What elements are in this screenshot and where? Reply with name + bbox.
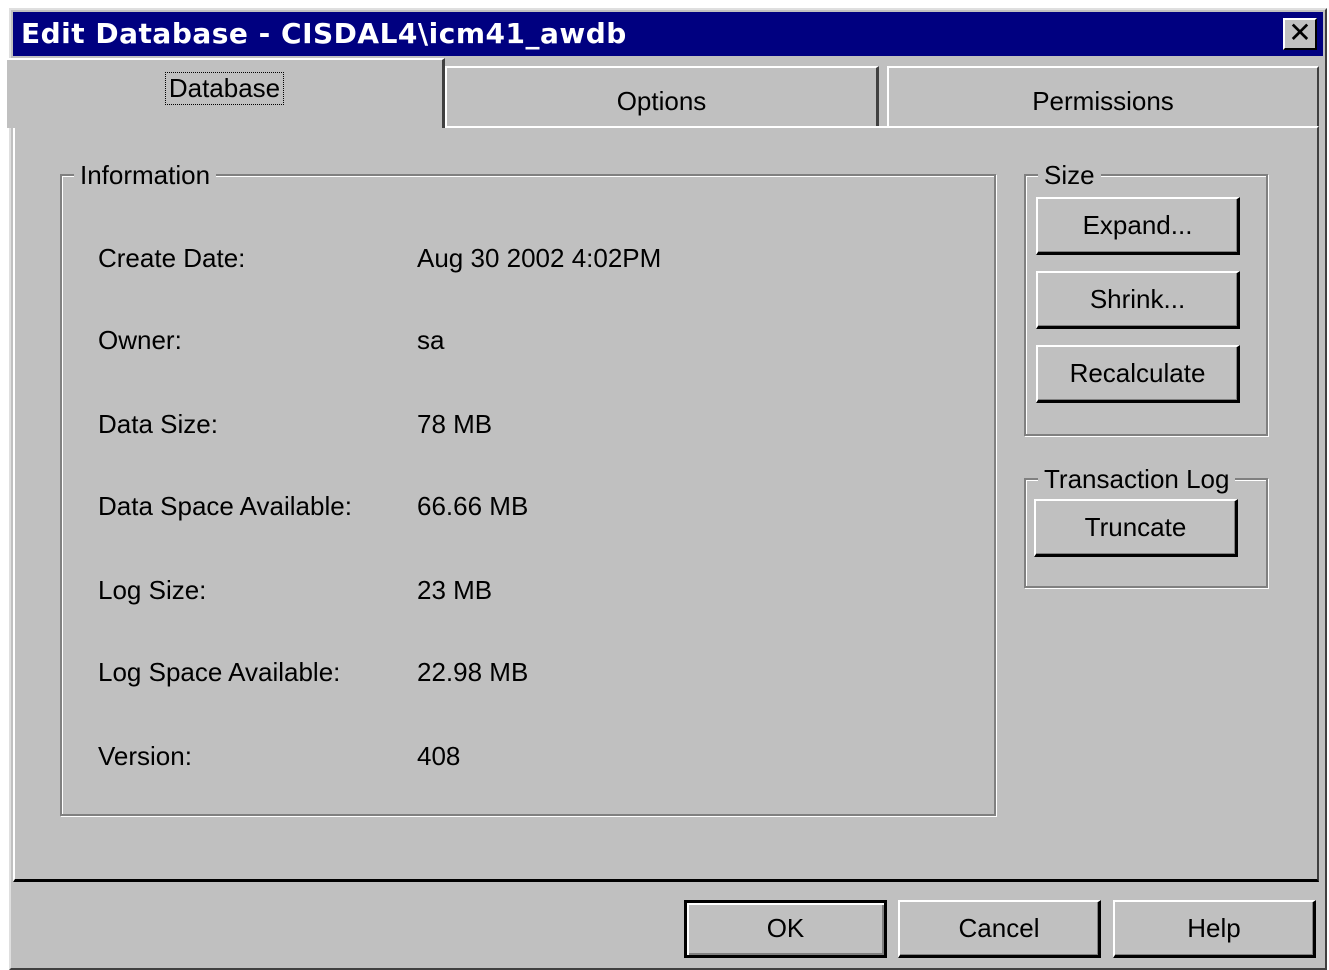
close-icon[interactable]: ✕ xyxy=(1283,18,1317,50)
log-space-available-value: 22.98 MB xyxy=(417,657,529,687)
window-title: Edit Database - CISDAL4\icm41_awdb xyxy=(21,17,627,50)
tab-database[interactable]: Database xyxy=(5,58,445,128)
owner-label: Owner: xyxy=(98,325,182,355)
size-group-title: Size xyxy=(1038,160,1101,191)
title-bar[interactable]: Edit Database - CISDAL4\icm41_awdb ✕ xyxy=(13,12,1323,56)
tab-database-label: Database xyxy=(164,72,285,105)
help-button-label: Help xyxy=(1187,913,1241,943)
tab-permissions[interactable]: Permissions xyxy=(887,66,1319,128)
data-size-value: 78 MB xyxy=(417,409,493,439)
log-space-available-label: Log Space Available: xyxy=(98,657,341,687)
version-value: 408 xyxy=(417,741,461,771)
background-strip xyxy=(0,0,1329,8)
tab-options[interactable]: Options xyxy=(445,66,879,128)
expand-button[interactable]: Expand... xyxy=(1036,197,1240,255)
data-space-available-label: Data Space Available: xyxy=(98,491,352,521)
truncate-button[interactable]: Truncate xyxy=(1034,499,1238,557)
tab-options-label: Options xyxy=(616,86,707,116)
recalculate-button[interactable]: Recalculate xyxy=(1036,345,1240,403)
version-label: Version: xyxy=(98,741,192,771)
expand-button-label: Expand... xyxy=(1082,210,1193,240)
information-group-title: Information xyxy=(74,160,217,191)
owner-value: sa xyxy=(417,325,445,355)
ok-button[interactable]: OK xyxy=(684,900,887,958)
help-button[interactable]: Help xyxy=(1113,900,1316,958)
data-size-label: Data Size: xyxy=(98,409,218,439)
create-date-label: Create Date: xyxy=(98,243,246,273)
recalculate-button-label: Recalculate xyxy=(1069,358,1206,388)
shrink-button[interactable]: Shrink... xyxy=(1036,271,1240,329)
log-size-value: 23 MB xyxy=(417,575,493,605)
information-group: Information Create Date: Aug 30 2002 4:0… xyxy=(60,160,996,816)
log-size-label: Log Size: xyxy=(98,575,207,605)
truncate-button-label: Truncate xyxy=(1084,512,1187,542)
create-date-value: Aug 30 2002 4:02PM xyxy=(417,243,662,273)
tab-permissions-label: Permissions xyxy=(1032,86,1174,116)
transaction-log-group-title: Transaction Log xyxy=(1038,464,1236,495)
ok-button-label: OK xyxy=(766,913,805,943)
data-space-available-value: 66.66 MB xyxy=(417,491,529,521)
cancel-button[interactable]: Cancel xyxy=(898,900,1101,958)
cancel-button-label: Cancel xyxy=(958,913,1040,943)
shrink-button-label: Shrink... xyxy=(1089,284,1186,314)
